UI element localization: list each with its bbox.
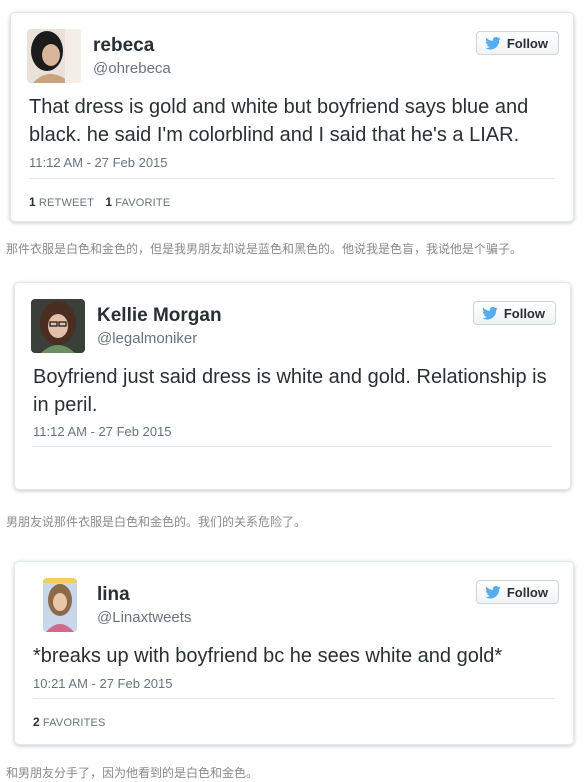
timestamp[interactable]: 11:12 AM - 27 Feb 2015 <box>33 424 172 439</box>
avatar[interactable] <box>31 299 85 353</box>
twitter-bird-icon <box>482 306 498 320</box>
follow-label: Follow <box>506 584 548 600</box>
follow-label: Follow <box>506 35 548 51</box>
display-name[interactable]: Kellie Morgan <box>97 305 222 327</box>
tweet-card: Kellie Morgan @legalmoniker Follow Boyfr… <box>14 282 571 490</box>
display-name[interactable]: rebeca <box>93 35 154 57</box>
tweet-stats: 1 RETWEET 1 FAVORITE <box>29 195 178 209</box>
tweet-card: lina @Linaxtweets Follow *breaks up with… <box>14 561 574 745</box>
timestamp[interactable]: 10:21 AM - 27 Feb 2015 <box>33 676 172 691</box>
caption: 男朋友说那件衣服是白色和金色的。我们的关系危险了。 <box>6 515 307 529</box>
follow-label: Follow <box>503 305 545 321</box>
display-name[interactable]: lina <box>97 584 130 606</box>
divider <box>29 178 555 179</box>
avatar[interactable] <box>43 578 77 632</box>
tweet-text: That dress is gold and white but boyfrie… <box>29 96 529 146</box>
twitter-bird-icon <box>485 585 501 599</box>
twitter-bird-icon <box>485 36 501 50</box>
user-handle[interactable]: @ohrebeca <box>93 60 171 77</box>
avatar[interactable] <box>27 29 81 83</box>
follow-button[interactable]: Follow <box>475 31 559 55</box>
user-handle[interactable]: @Linaxtweets <box>97 609 191 626</box>
follow-button[interactable]: Follow <box>475 580 559 604</box>
tweet-text: *breaks up with boyfriend bc he sees whi… <box>33 645 503 667</box>
favorite-stat[interactable]: 2 FAVORITES <box>33 715 106 729</box>
divider <box>33 446 552 447</box>
favorite-stat[interactable]: 1 FAVORITE <box>105 195 170 209</box>
user-handle[interactable]: @legalmoniker <box>97 330 197 347</box>
tweet-stats: 2 FAVORITES <box>33 715 114 729</box>
caption: 和男朋友分手了，因为他看到的是白色和金色。 <box>6 766 259 780</box>
timestamp[interactable]: 11:12 AM - 27 Feb 2015 <box>29 155 168 170</box>
divider <box>33 698 555 699</box>
caption: 那件衣服是白色和金色的，但是我男朋友却说是蓝色和黑色的。他说我是色盲，我说他是个… <box>6 242 523 256</box>
follow-button[interactable]: Follow <box>472 301 556 325</box>
tweet-card: rebeca @ohrebeca Follow That dress is go… <box>10 12 574 222</box>
tweet-text: Boyfriend just said dress is white and g… <box>33 366 547 416</box>
retweet-stat[interactable]: 1 RETWEET <box>29 195 94 209</box>
